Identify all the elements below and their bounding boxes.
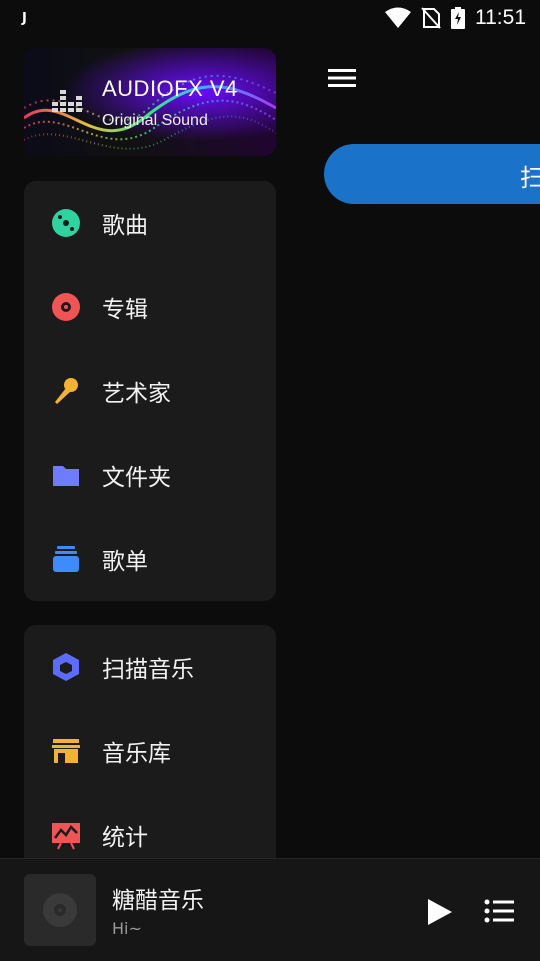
notification-indicator: J <box>22 10 27 26</box>
album-disc-icon <box>50 291 82 323</box>
microphone-icon <box>50 375 82 407</box>
track-subtitle: Hi~ <box>112 919 142 938</box>
mini-player[interactable]: 糖醋音乐 Hi~ <box>0 858 540 961</box>
clock: 11:51 <box>475 6 526 29</box>
scan-button[interactable]: 扫 <box>324 144 540 204</box>
track-title: 糖醋音乐 <box>112 888 204 914</box>
menu-item-label: 音乐库 <box>102 741 171 767</box>
menu-item-artists[interactable]: 艺术家 <box>24 349 276 433</box>
album-art[interactable] <box>24 874 96 946</box>
menu-item-label: 歌单 <box>102 549 148 575</box>
playlist-stack-icon <box>50 543 82 575</box>
menu-item-playlists[interactable]: 歌单 <box>24 517 276 601</box>
menu-item-label: 文件夹 <box>102 465 171 491</box>
menu-item-songs[interactable]: 歌曲 <box>24 181 276 265</box>
play-icon[interactable] <box>424 897 454 927</box>
store-icon <box>50 735 82 767</box>
status-icons: 11:51 <box>385 6 526 30</box>
menu-item-albums[interactable]: 专辑 <box>24 265 276 349</box>
stats-chart-icon <box>50 819 82 851</box>
vinyl-placeholder-icon <box>43 893 77 927</box>
folder-icon <box>50 459 82 491</box>
library-menu-card: 歌曲 专辑 艺术家 文件夹 歌单 <box>24 181 276 601</box>
status-bar: J 11:51 <box>0 0 540 36</box>
queue-list-icon[interactable] <box>484 897 514 925</box>
wifi-icon <box>385 7 411 28</box>
equalizer-logo-icon <box>52 90 82 112</box>
app-title: AUDIOFX V4 <box>102 76 238 101</box>
menu-item-label: 专辑 <box>102 297 148 323</box>
app-subtitle: Original Sound <box>102 112 208 129</box>
scan-cube-icon <box>50 651 82 683</box>
menu-item-scan-music[interactable]: 扫描音乐 <box>24 625 276 709</box>
no-sim-icon <box>421 7 441 29</box>
menu-item-music-library[interactable]: 音乐库 <box>24 709 276 793</box>
menu-hamburger-icon[interactable] <box>326 64 358 92</box>
menu-item-folders[interactable]: 文件夹 <box>24 433 276 517</box>
navigation-drawer: AUDIOFX V4 Original Sound 歌曲 专辑 艺术家 文件夹 … <box>0 36 300 885</box>
battery-charging-icon <box>451 7 465 29</box>
tools-menu-card: 扫描音乐 音乐库 统计 <box>24 625 276 885</box>
scan-button-label: 扫 <box>520 164 540 192</box>
song-disc-icon <box>50 207 82 239</box>
menu-item-label: 扫描音乐 <box>102 657 194 683</box>
menu-item-label: 歌曲 <box>102 213 148 239</box>
menu-item-label: 艺术家 <box>102 381 171 407</box>
menu-item-label: 统计 <box>102 825 148 851</box>
drawer-header-banner: AUDIOFX V4 Original Sound <box>24 48 276 156</box>
